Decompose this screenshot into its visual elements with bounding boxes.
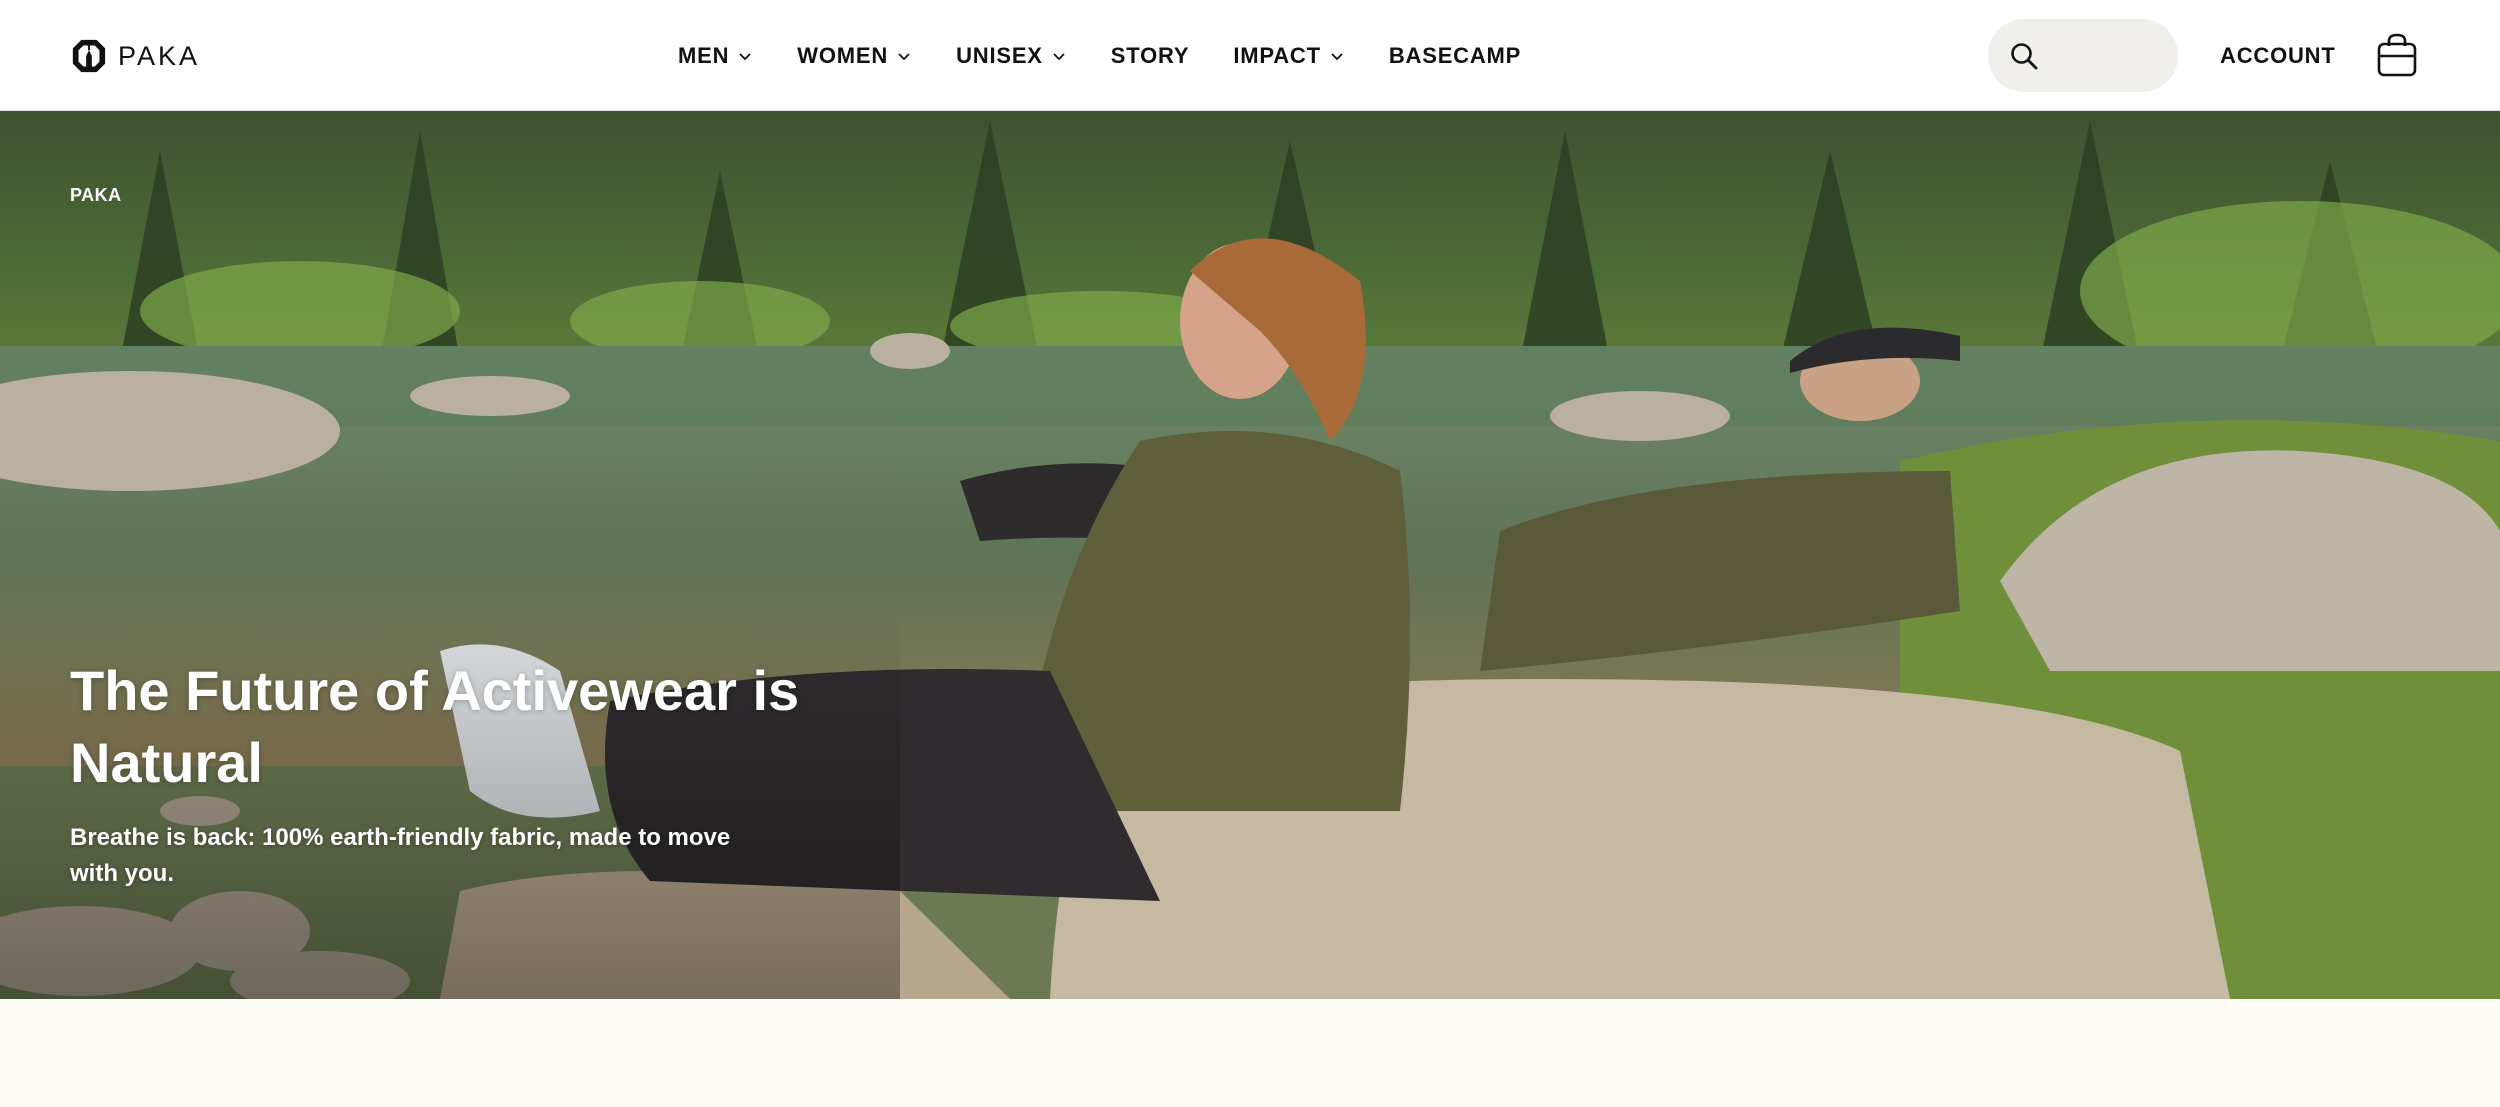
nav-item-label: UNISEX bbox=[956, 42, 1043, 68]
chevron-down-icon bbox=[1331, 52, 1343, 60]
nav-item-label: BASECAMP bbox=[1388, 42, 1522, 68]
hero-subtitle: Breathe is back: 100% earth-friendly fab… bbox=[70, 824, 731, 887]
nav-item-impact[interactable]: IMPACT bbox=[1233, 43, 1345, 69]
nav-item-label: MEN bbox=[678, 42, 730, 68]
account-link[interactable]: ACCOUNT bbox=[2220, 0, 2336, 111]
hero-eyebrow: PAKA bbox=[70, 185, 122, 205]
search-box[interactable] bbox=[1988, 19, 2178, 92]
shopping-bag-icon bbox=[2377, 33, 2417, 77]
nav-item-label: STORY bbox=[1110, 42, 1190, 68]
nav-item-men[interactable]: MEN bbox=[678, 43, 753, 69]
site-header: PAKA MEN WOMEN UNISEX STORY IMPACT BASEC… bbox=[0, 0, 2500, 111]
nav-item-label: WOMEN bbox=[797, 42, 889, 68]
nav-item-basecamp[interactable]: BASECAMP bbox=[1389, 43, 1521, 69]
nav-item-unisex[interactable]: UNISEX bbox=[956, 43, 1067, 69]
home-logo-link[interactable]: PAKA bbox=[70, 37, 200, 75]
chevron-down-icon bbox=[898, 52, 910, 60]
cart-button[interactable] bbox=[2374, 32, 2420, 78]
nav-item-women[interactable]: WOMEN bbox=[797, 43, 912, 69]
nav-item-story[interactable]: STORY bbox=[1111, 43, 1190, 69]
nav-item-label: IMPACT bbox=[1233, 42, 1321, 68]
logo-wordmark: PAKA bbox=[118, 40, 201, 71]
content-section bbox=[0, 999, 2500, 1107]
search-icon[interactable] bbox=[2008, 40, 2040, 72]
main-navigation: MEN WOMEN UNISEX STORY IMPACT BASECAMP bbox=[678, 0, 1521, 111]
hero-title: The Future of Activewear is Natural bbox=[70, 659, 800, 794]
paka-logo-icon bbox=[72, 39, 106, 73]
chevron-down-icon bbox=[739, 52, 751, 60]
hero-banner: PAKA The Future of Activewear is Natural… bbox=[0, 111, 2500, 999]
chevron-down-icon bbox=[1053, 52, 1065, 60]
search-input[interactable] bbox=[2050, 44, 2160, 67]
